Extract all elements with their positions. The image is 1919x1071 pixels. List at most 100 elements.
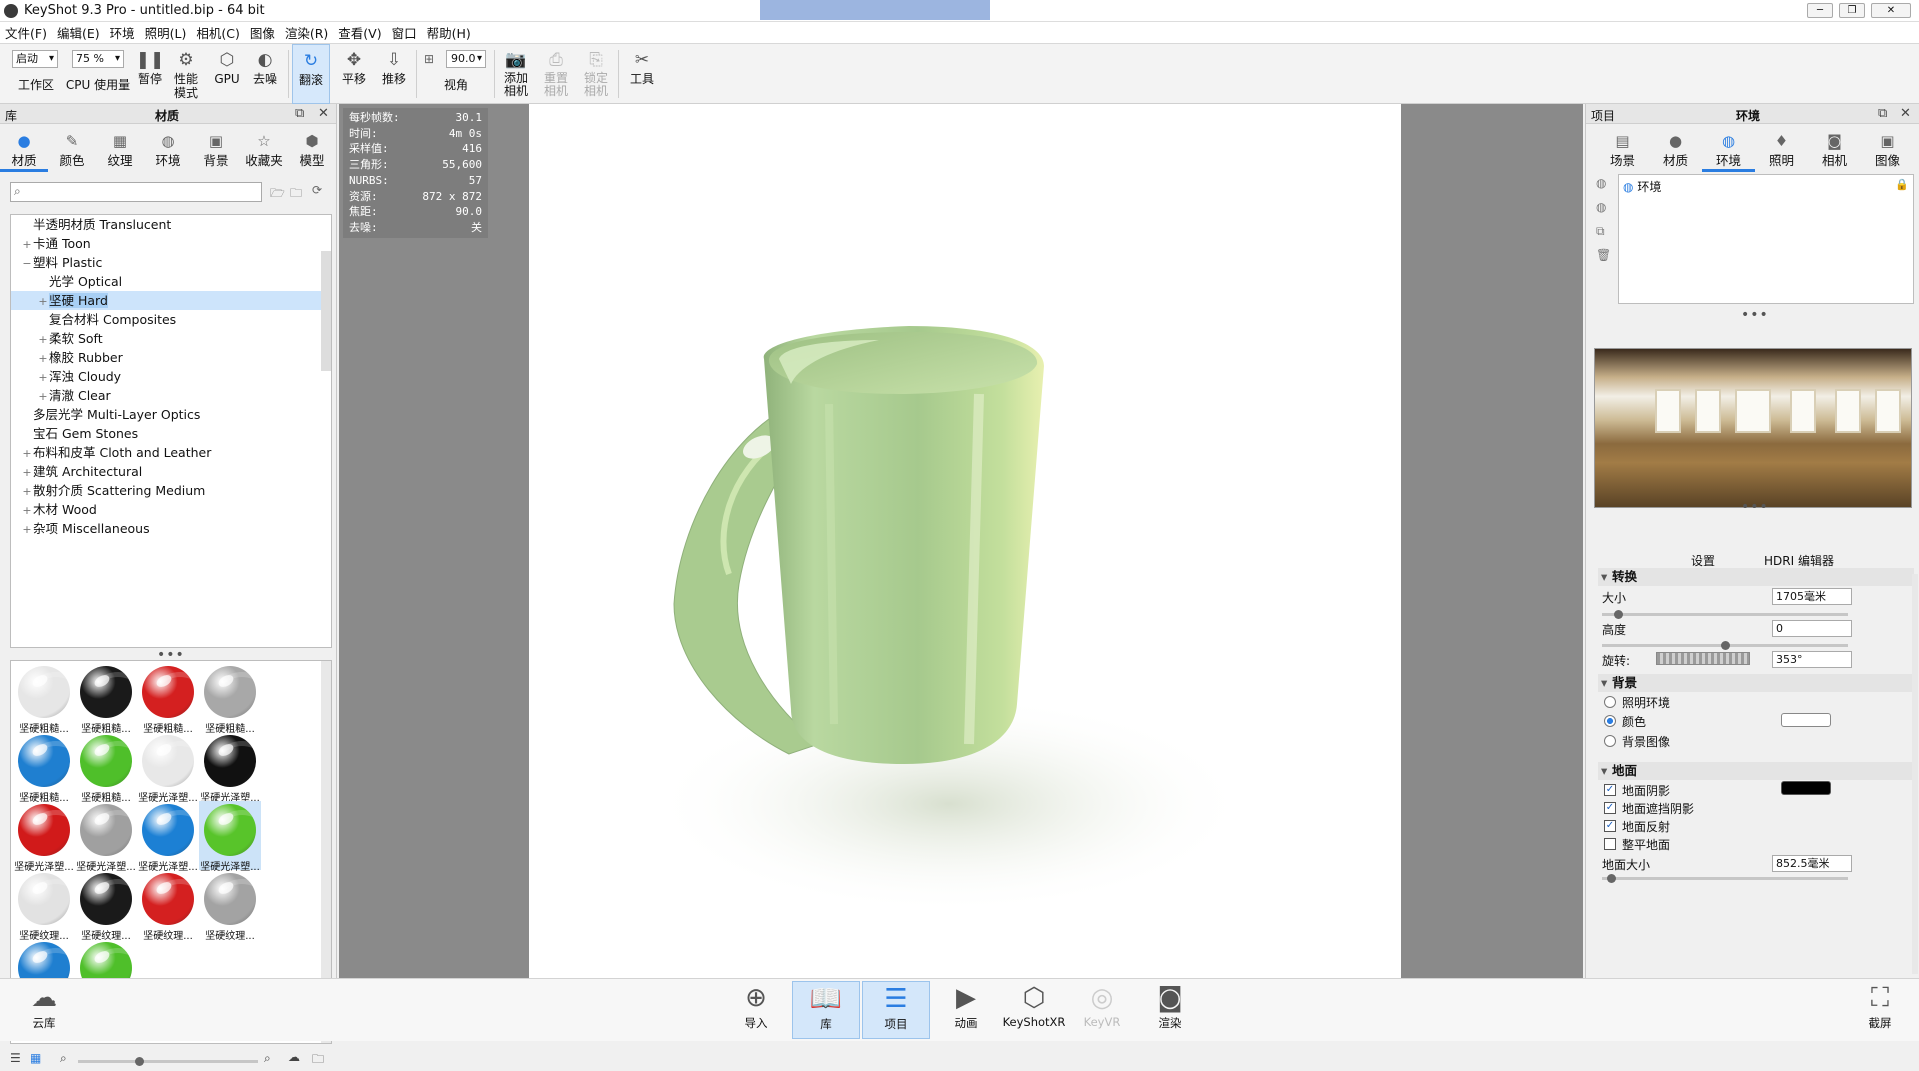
hdri-preview[interactable] [1594, 348, 1912, 508]
slider-knob[interactable] [1613, 610, 1623, 619]
expand-toggle-icon[interactable]: + [21, 463, 33, 482]
menu-render[interactable]: 渲染(R) [280, 23, 333, 42]
tree-item[interactable]: +布料和皮革 Cloth and Leather [11, 443, 331, 462]
expand-toggle-icon[interactable]: + [21, 482, 33, 501]
tab-models[interactable]: ⬢ 模型 [288, 128, 336, 172]
material-thumbnail[interactable]: 坚硬光泽塑... [137, 801, 199, 873]
tree-item[interactable]: +清澈 Clear [11, 386, 331, 405]
tree-item[interactable]: +柔软 Soft [11, 329, 331, 348]
close-panel-icon[interactable]: ✕ [318, 106, 329, 121]
float-panel-icon[interactable]: ⧉ [295, 106, 304, 121]
menu-view[interactable]: 查看(V) [333, 23, 386, 42]
environment-item[interactable]: ◍ 环境 [1623, 178, 1661, 195]
add-camera-button[interactable]: 📷 添加 相机 [498, 44, 534, 104]
zoom-out-icon[interactable]: ⌕ [60, 1051, 67, 1066]
cloud-library-button[interactable]: ☁ 云库 [10, 981, 78, 1039]
menu-camera[interactable]: 相机(C) [191, 23, 244, 42]
expand-toggle-icon[interactable]: + [21, 444, 33, 463]
ground-size-slider[interactable] [1602, 874, 1848, 883]
ground-occlusion-checkbox[interactable]: ✓ [1604, 802, 1616, 814]
expand-toggle-icon[interactable]: + [21, 520, 33, 539]
render-viewport[interactable]: 每秒帧数: 30.1 时间: 4m 0s 采样值: 416 三角形: 55,600 NURBS:… [339, 104, 1583, 978]
import-button[interactable]: ⊕ 导入 [722, 981, 790, 1039]
material-thumbnail[interactable]: 坚硬粗糙... [13, 663, 75, 735]
tools-button[interactable]: ✂ 工具 [624, 44, 660, 104]
background-color-swatch[interactable] [1781, 713, 1831, 727]
material-thumbnail[interactable]: 坚硬光泽塑... [199, 801, 261, 873]
material-thumbnail[interactable]: 坚硬纹理... [199, 870, 261, 942]
cloud-upload-icon[interactable]: ☁ [288, 1050, 300, 1064]
performance-mode-button[interactable]: ⚙ 性能 模式 [168, 44, 204, 104]
close-panel-icon[interactable]: ✕ [1900, 106, 1911, 121]
menu-environment[interactable]: 环境 [105, 23, 140, 42]
copy-environment-icon[interactable]: ⧉ [1596, 224, 1605, 239]
tree-item[interactable]: 半透明材质 Translucent [11, 215, 331, 234]
tree-item[interactable]: +卡通 Toon [11, 234, 331, 253]
tree-item[interactable]: 宝石 Gem Stones [11, 424, 331, 443]
menu-window[interactable]: 窗口 [387, 23, 422, 42]
tab-project-materials[interactable]: ● 材质 [1649, 128, 1702, 172]
shadow-color-swatch[interactable] [1781, 781, 1831, 795]
delete-icon[interactable]: 🗑 [1596, 248, 1611, 262]
expand-toggle-icon[interactable]: + [37, 368, 49, 387]
tab-environments[interactable]: ◍ 环境 [144, 128, 192, 172]
menu-lighting[interactable]: 照明(L) [140, 23, 192, 42]
tree-item[interactable]: +散射介质 Scattering Medium [11, 481, 331, 500]
tree-item[interactable]: +木材 Wood [11, 500, 331, 519]
tree-item[interactable]: 复合材料 Composites [11, 310, 331, 329]
size-input[interactable]: 1705毫米 [1772, 588, 1852, 605]
tab-backplates[interactable]: ▣ 背景 [192, 128, 240, 172]
splitter-handle[interactable]: ••• [1741, 307, 1769, 323]
lock-camera-button[interactable]: ⎘ 锁定 相机 [578, 44, 614, 104]
expand-toggle-icon[interactable]: − [21, 254, 33, 273]
height-slider[interactable] [1602, 641, 1848, 650]
size-slider[interactable] [1602, 610, 1848, 619]
tree-scrollbar[interactable] [321, 251, 331, 371]
settings-scrollbar[interactable] [1912, 574, 1918, 974]
material-thumbnail[interactable]: 坚硬纹理... [137, 870, 199, 942]
thumbnail-size-slider[interactable] [78, 1057, 258, 1066]
material-thumbnail[interactable]: 坚硬粗糙... [199, 663, 261, 735]
menu-file[interactable]: 文件(F) [0, 23, 52, 42]
menu-edit[interactable]: 编辑(E) [52, 23, 105, 42]
material-thumbnail[interactable]: 坚硬纹理... [13, 870, 75, 942]
height-input[interactable]: 0 [1772, 620, 1852, 637]
radio-lighting-environment[interactable] [1604, 696, 1616, 708]
material-thumbnail[interactable]: 坚硬粗糙... [75, 663, 137, 735]
ground-size-input[interactable]: 852.5毫米 [1772, 855, 1852, 872]
slider-knob[interactable] [1606, 874, 1616, 883]
section-ground[interactable]: 地面 [1598, 762, 1914, 780]
folder-add-icon[interactable]: 🗀 [290, 184, 302, 205]
reset-camera-button[interactable]: ⎙ 重置 相机 [538, 44, 574, 104]
screenshot-button[interactable]: ⛶ 截屏 [1846, 981, 1914, 1039]
tab-scene[interactable]: ▤ 场景 [1596, 128, 1649, 172]
material-thumbnail[interactable]: 坚硬粗糙... [13, 732, 75, 804]
expand-toggle-icon[interactable]: + [37, 292, 49, 311]
tree-item[interactable]: +建筑 Architectural [11, 462, 331, 481]
material-thumbnail[interactable]: 坚硬光泽塑... [13, 801, 75, 873]
library-search-input[interactable]: ⌕ [10, 182, 262, 202]
list-view-icon[interactable]: ☰ [10, 1051, 21, 1065]
tree-item[interactable]: +橡胶 Rubber [11, 348, 331, 367]
material-thumbnail[interactable]: 坚硬光泽塑... [137, 732, 199, 804]
close-button[interactable]: ✕ [1871, 3, 1911, 18]
pan-button[interactable]: ✥ 平移 [336, 44, 372, 104]
denoise-button[interactable]: ◐ 去噪 [248, 44, 282, 104]
material-thumbnail[interactable]: 坚硬光泽塑... [75, 801, 137, 873]
material-thumbnail[interactable]: 坚硬光泽塑... [199, 732, 261, 804]
folder-open-icon[interactable]: 🗁 [270, 184, 285, 205]
render-button[interactable]: ◙ 渲染 [1136, 981, 1204, 1039]
material-thumbnail[interactable]: 坚硬粗糙... [75, 732, 137, 804]
section-background[interactable]: 背景 [1598, 674, 1914, 692]
pause-button[interactable]: ❚❚ 暂停 [134, 44, 166, 104]
gpu-button[interactable]: ⬡ GPU [210, 44, 244, 104]
tree-item[interactable]: 光学 Optical [11, 272, 331, 291]
keyvr-button[interactable]: ◎ KeyVR [1068, 981, 1136, 1039]
tab-hdri-editor[interactable]: HDRI 编辑器 [1764, 552, 1834, 569]
tree-item[interactable]: 多层光学 Multi-Layer Optics [11, 405, 331, 424]
tab-textures[interactable]: ▦ 纹理 [96, 128, 144, 172]
add-environment-icon[interactable]: ◍ [1596, 176, 1606, 190]
splitter-handle[interactable]: ••• [1741, 499, 1769, 515]
expand-toggle-icon[interactable]: + [37, 349, 49, 368]
render-canvas[interactable] [529, 104, 1401, 978]
